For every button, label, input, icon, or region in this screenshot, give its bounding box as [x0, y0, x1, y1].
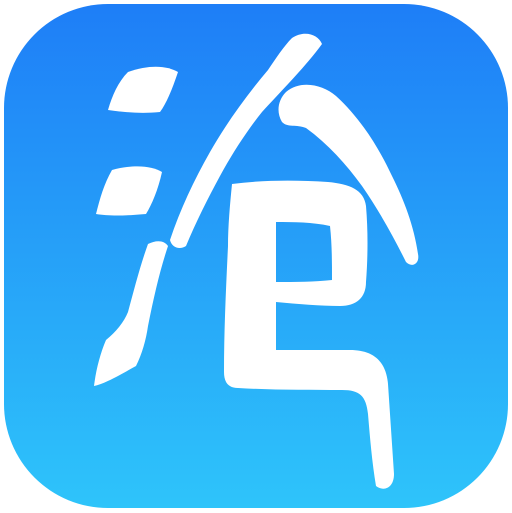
app-icon-graphic	[4, 4, 508, 508]
app-icon[interactable]: 沧	[0, 0, 512, 512]
